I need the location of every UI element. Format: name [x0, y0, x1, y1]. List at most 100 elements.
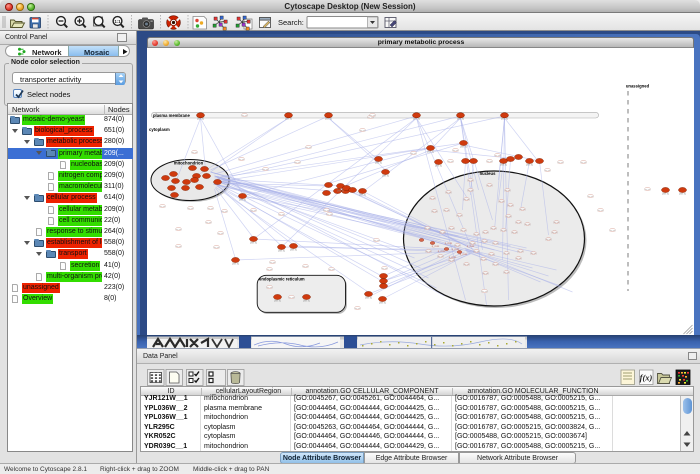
svg-text:[xx xx]: [xx xx] [452, 150, 459, 152]
svg-text:q_xxxx: q_xxxx [444, 242, 452, 245]
svg-text:[xx xx]: [xx xx] [328, 269, 335, 271]
svg-text:[xx xx]: [xx xx] [500, 230, 507, 232]
svg-text:[xxx x]: [xxx x] [285, 118, 292, 121]
svg-text:q_xxxx: q_xxxx [437, 250, 445, 253]
svg-text:[xx xx]: [xx xx] [503, 253, 510, 255]
svg-text:[xx xx]: [xx xx] [425, 251, 432, 253]
svg-text:[xx xx]: [xx xx] [544, 170, 551, 172]
svg-text:cytoplasm: cytoplasm [149, 127, 170, 132]
svg-text:[xx xx]: [xx xx] [213, 247, 220, 249]
svg-text:[xx xx]: [xx xx] [551, 232, 558, 234]
svg-text:[xx xx]: [xx xx] [269, 262, 276, 264]
svg-text:[xx xx]: [xx xx] [503, 272, 510, 274]
svg-text:[xx xx]: [xx xx] [175, 229, 182, 231]
svg-text:[xx xx]: [xx xx] [492, 243, 499, 245]
svg-text:[xx xx]: [xx xx] [580, 162, 587, 164]
svg-text:[xxx x]: [xxx x] [359, 194, 366, 197]
svg-text:mitochondrion: mitochondrion [173, 161, 203, 166]
svg-text:[xx xx]: [xx xx] [460, 230, 467, 232]
svg-text:[xxx x]: [xxx x] [232, 263, 239, 266]
svg-text:[xxx x]: [xxx x] [274, 300, 281, 303]
svg-text:[xx xx]: [xx xx] [238, 159, 245, 161]
svg-text:[xx xx]: [xx xx] [463, 264, 470, 266]
svg-text:[xx xx]: [xx xx] [597, 210, 604, 212]
svg-text:[xx xx]: [xx xx] [557, 162, 564, 164]
svg-text:[xx xx]: [xx xx] [381, 268, 388, 270]
svg-text:[xxx x]: [xxx x] [413, 118, 420, 121]
svg-text:[xxx x]: [xxx x] [325, 118, 332, 121]
svg-text:[xx xx]: [xx xx] [515, 222, 522, 224]
svg-text:[xx xx]: [xx xx] [367, 117, 374, 119]
svg-text:[xx xx]: [xx xx] [445, 192, 452, 194]
svg-text:[xx xx]: [xx xx] [448, 228, 455, 230]
svg-text:[xx xx]: [xx xx] [504, 190, 511, 192]
svg-text:[xx xx]: [xx xx] [359, 130, 366, 132]
svg-text:[xxx x]: [xxx x] [197, 118, 204, 121]
svg-text:f(x): f(x) [640, 373, 653, 383]
svg-text:[xx xx]: [xx xx] [481, 291, 488, 293]
svg-text:[xx xx]: [xx xx] [530, 253, 537, 255]
svg-text:[xxx x]: [xxx x] [278, 250, 285, 253]
svg-text:[xx xx]: [xx xx] [473, 251, 480, 253]
svg-text:[xxx x]: [xxx x] [250, 242, 257, 245]
svg-text:[xx xx]: [xx xx] [587, 196, 594, 198]
svg-text:[xx xx]: [xx xx] [490, 228, 497, 230]
svg-text:[xxx x]: [xxx x] [382, 175, 389, 178]
svg-text:[xx xx]: [xx xx] [369, 115, 376, 117]
svg-text:[xx xx]: [xx xx] [266, 269, 273, 271]
svg-text:[xx xx]: [xx xx] [505, 216, 512, 218]
svg-text:[xx xx]: [xx xx] [323, 210, 330, 212]
svg-text:[xx xx]: [xx xx] [187, 208, 194, 210]
svg-text:[xx xx]: [xx xx] [494, 155, 501, 157]
svg-text:[xxx x]: [xxx x] [662, 193, 669, 196]
svg-text:[xx xx]: [xx xx] [205, 222, 212, 224]
svg-text:[xx xx]: [xx xx] [262, 169, 269, 171]
svg-text:q_xxxx: q_xxxx [466, 245, 474, 248]
svg-text:[xx xx]: [xx xx] [511, 232, 518, 234]
svg-text:[xx xx]: [xx xx] [448, 260, 455, 262]
svg-text:[xxx x]: [xxx x] [679, 193, 686, 196]
svg-text:q_xxxx: q_xxxx [451, 248, 459, 251]
svg-text:[xx xx]: [xx xx] [498, 201, 505, 203]
svg-text:[xx xx]: [xx xx] [250, 210, 257, 212]
svg-text:[xx xx]: [xx xx] [217, 233, 224, 235]
svg-text:[xx xx]: [xx xx] [492, 264, 499, 266]
svg-text:[xxx x]: [xxx x] [501, 118, 508, 121]
svg-text:[xxx x]: [xxx x] [500, 164, 507, 167]
svg-text:endoplasmic reticulum: endoplasmic reticulum [259, 276, 305, 281]
svg-text:[xx xx]: [xx xx] [278, 214, 285, 216]
svg-text:[xx xx]: [xx xx] [486, 161, 493, 163]
svg-text:nucleus: nucleus [479, 171, 495, 176]
svg-text:[xx xx]: [xx xx] [241, 115, 248, 117]
svg-text:[xx xx]: [xx xx] [429, 198, 436, 200]
svg-text:[xx xx]: [xx xx] [467, 190, 474, 192]
svg-text:[xx xx]: [xx xx] [373, 240, 380, 242]
svg-text:[xx xx]: [xx xx] [463, 199, 470, 201]
svg-text:[xx xx]: [xx xx] [437, 256, 444, 258]
svg-text:[xx xx]: [xx xx] [644, 189, 651, 191]
svg-text:[xxx x]: [xxx x] [435, 165, 442, 168]
svg-text:[xx xx]: [xx xx] [609, 230, 616, 232]
svg-text:[xx xx]: [xx xx] [482, 273, 489, 275]
svg-text:[xx xx]: [xx xx] [221, 211, 228, 213]
svg-text:Search:: Search: [278, 18, 304, 27]
svg-text:[xx xx]: [xx xx] [439, 232, 446, 234]
svg-text:[xx xx]: [xx xx] [524, 224, 531, 226]
svg-text:1:1: 1:1 [114, 19, 121, 24]
svg-text:[xxx x]: [xxx x] [427, 151, 434, 154]
svg-text:[xxx x]: [xxx x] [526, 164, 533, 167]
svg-text:[xxx x]: [xxx x] [239, 199, 246, 202]
svg-text:[xx xx]: [xx xx] [488, 254, 495, 256]
svg-text:[xx xx]: [xx xx] [553, 222, 560, 224]
svg-text:[xx xx]: [xx xx] [424, 228, 431, 230]
svg-text:[xx xx]: [xx xx] [517, 251, 524, 253]
svg-text:[xx xx]: [xx xx] [481, 241, 488, 243]
svg-text:[xx xx]: [xx xx] [443, 210, 450, 212]
svg-text:[xx xx]: [xx xx] [294, 162, 301, 164]
svg-text:[xx xx]: [xx xx] [354, 308, 361, 310]
svg-text:[xx xx]: [xx xx] [288, 297, 295, 299]
svg-text:[xx xx]: [xx xx] [266, 287, 273, 289]
svg-text:[xxx x]: [xxx x] [460, 146, 467, 149]
svg-text:[xx xx]: [xx xx] [302, 266, 309, 268]
svg-text:[xx xx]: [xx xx] [159, 206, 166, 208]
